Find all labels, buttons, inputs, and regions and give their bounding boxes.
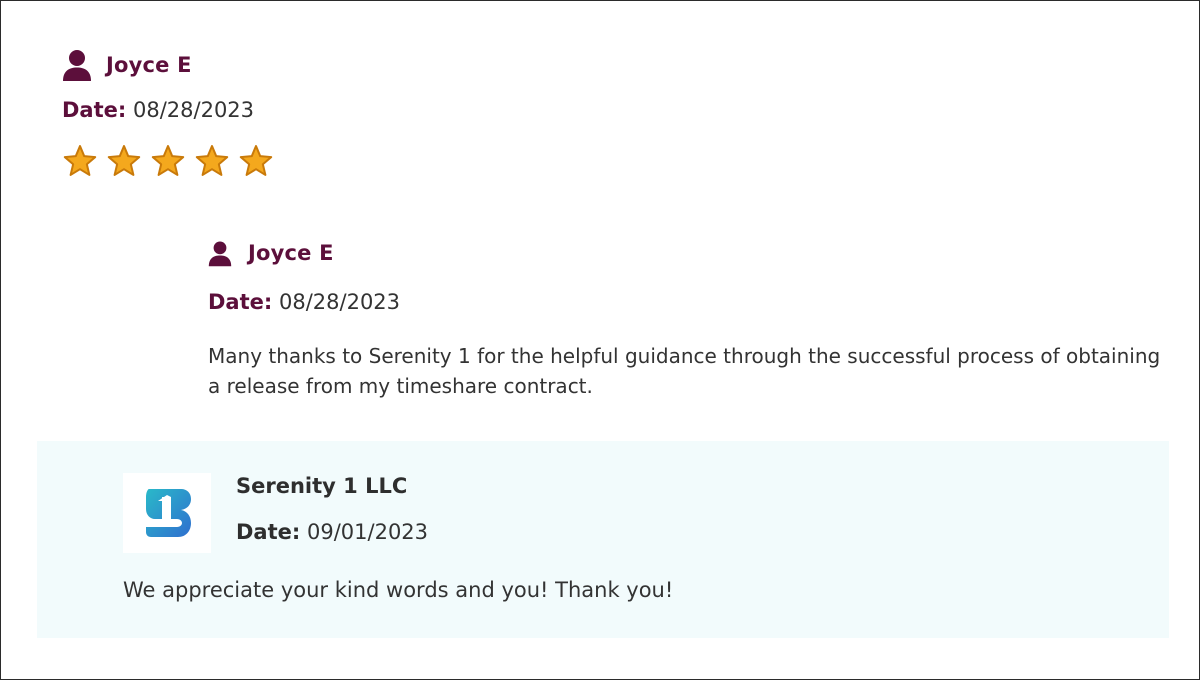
author-name: Joyce E: [106, 53, 192, 77]
user-icon: [208, 240, 232, 267]
date-value: 08/28/2023: [278, 290, 401, 314]
user-icon: [62, 49, 92, 81]
author-row: Joyce E: [208, 235, 1168, 271]
review-header: Joyce E Date: 08/28/2023: [62, 47, 274, 179]
date-value: 08/28/2023: [132, 98, 255, 122]
review-date: Date: 08/28/2023: [208, 290, 1168, 320]
star-icon: [106, 143, 142, 179]
star-icon: [150, 143, 186, 179]
review-text: Many thanks to Serenity 1 for the helpfu…: [208, 344, 1161, 398]
author-row: Joyce E: [62, 47, 274, 83]
star-icon: [238, 143, 274, 179]
review-date: Date: 08/28/2023: [62, 98, 274, 128]
author-name: Joyce E: [248, 241, 334, 265]
star-rating: [62, 143, 274, 179]
date-label: Date:: [208, 290, 273, 314]
company-reply: Serenity 1 LLC Date: 09/01/2023 We appre…: [37, 441, 1169, 638]
company-name: Serenity 1 LLC: [236, 474, 408, 498]
star-icon: [194, 143, 230, 179]
reply-text: We appreciate your kind words and you! T…: [123, 578, 674, 602]
review-card: Joyce E Date: 08/28/2023 Joyce E Date: 0…: [0, 0, 1200, 680]
star-icon: [62, 143, 98, 179]
date-label: Date:: [62, 98, 127, 122]
serenity-logo: [123, 473, 211, 553]
review-body: Joyce E Date: 08/28/2023 Many thanks to …: [208, 235, 1168, 401]
reply-date: Date: 09/01/2023: [236, 520, 428, 544]
date-label: Date:: [236, 520, 301, 544]
date-value: 09/01/2023: [306, 520, 429, 544]
